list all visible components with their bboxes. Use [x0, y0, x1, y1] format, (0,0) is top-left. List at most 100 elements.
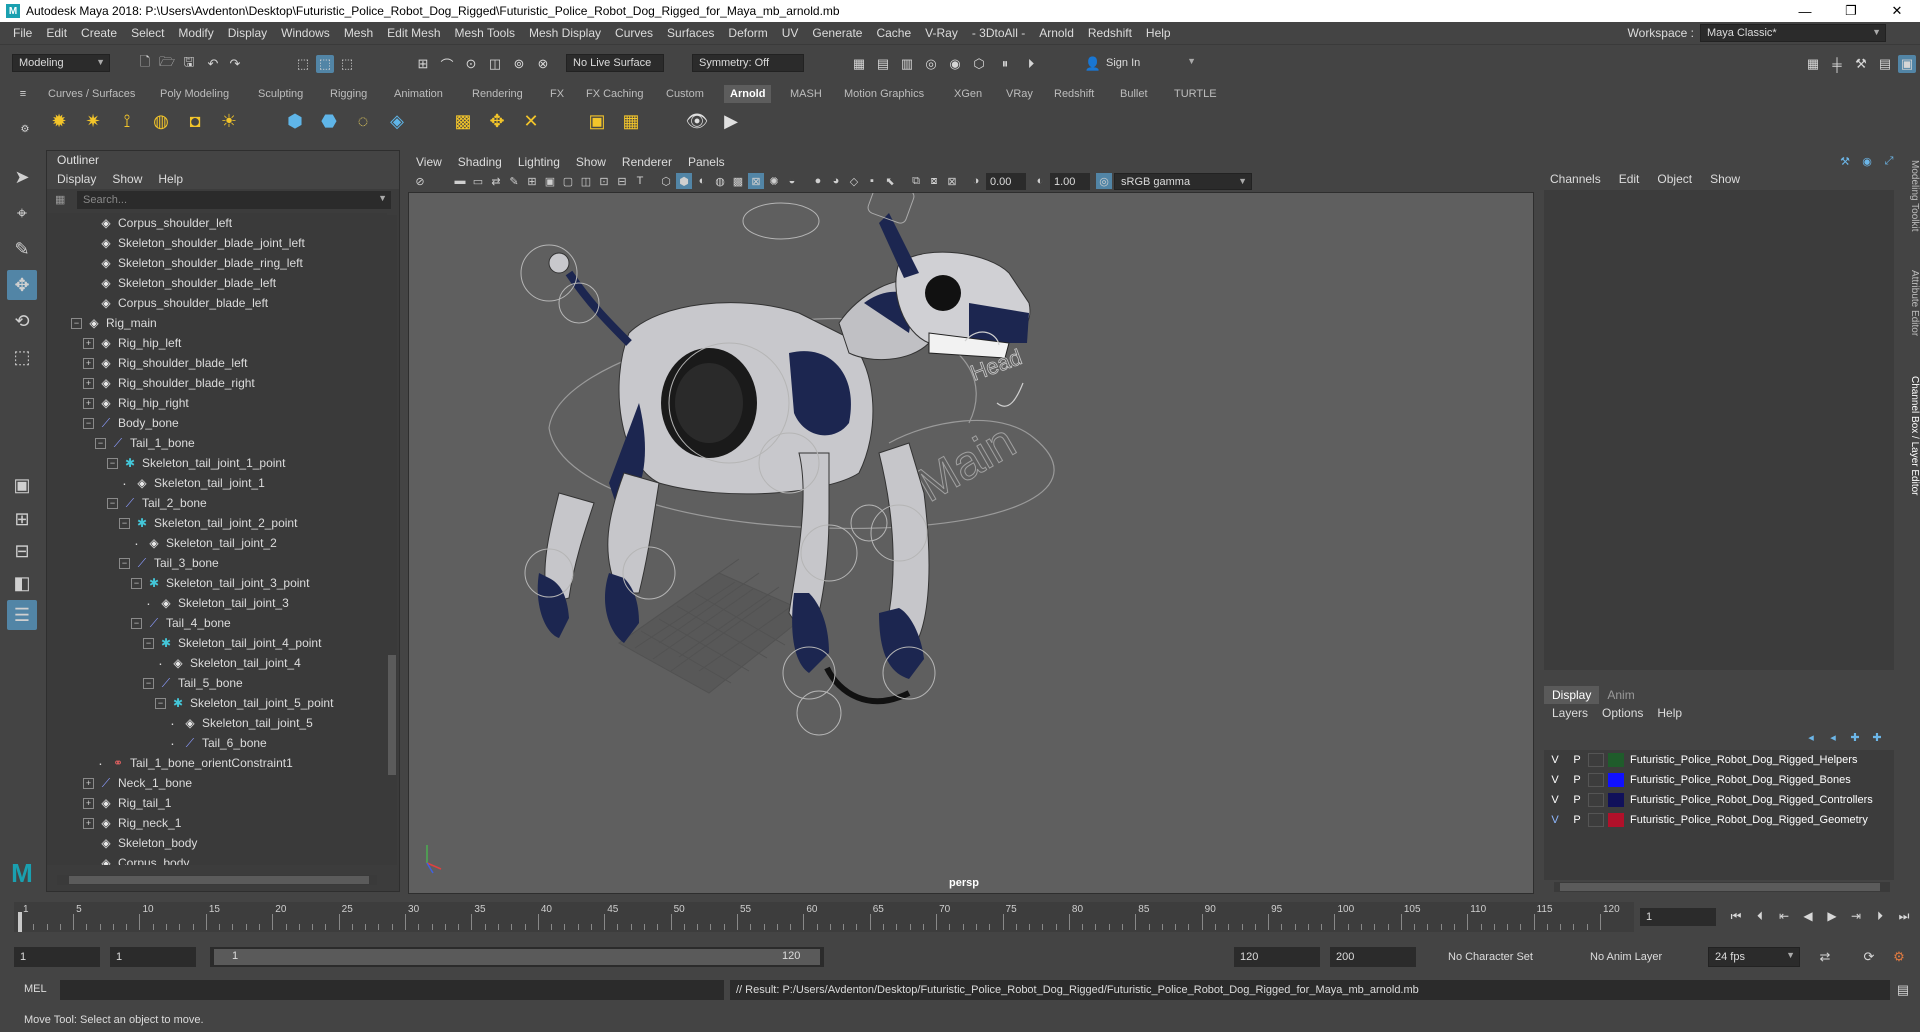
toggle-layer-editor-icon[interactable]: ▣ — [1898, 55, 1916, 73]
snap-live-icon[interactable]: ⊚ — [510, 55, 528, 73]
license-icon[interactable]: ▦ — [618, 108, 644, 134]
command-input[interactable] — [60, 980, 724, 1000]
redo-icon[interactable]: ↷ — [226, 55, 244, 73]
play-forwards-icon[interactable]: ▶ — [1822, 906, 1842, 926]
shadows-icon[interactable]: ◒ — [784, 173, 800, 189]
outliner-item[interactable]: − ✱ Skeleton_tail_joint_3_point — [47, 573, 387, 593]
render-settings-icon[interactable]: ▥ — [898, 55, 916, 73]
current-frame-field[interactable]: 1 — [1640, 908, 1716, 926]
layer-tab-display[interactable]: Display — [1544, 686, 1600, 704]
gamma-field[interactable]: 1.00 — [1050, 173, 1090, 190]
shelf-tab-curves-surfaces[interactable]: Curves / Surfaces — [42, 85, 141, 103]
collapse-icon[interactable]: − — [131, 617, 142, 629]
menu-display[interactable]: Display — [221, 26, 274, 40]
menu-3dtoall[interactable]: - 3DtoAll - — [965, 26, 1032, 40]
collapse-icon[interactable]: − — [143, 677, 154, 689]
menu-cache[interactable]: Cache — [869, 26, 918, 40]
2d-pan-zoom-icon[interactable]: ⇄ — [488, 173, 504, 189]
layer-row[interactable]: V P Futuristic_Police_Robot_Dog_Rigged_C… — [1544, 790, 1894, 810]
outliner-item[interactable]: + ◈ Rig_hip_left — [47, 333, 387, 353]
toggle-channel-box-icon[interactable]: ▤ — [1876, 55, 1894, 73]
volume-icon[interactable]: ◌ — [350, 108, 376, 134]
expand-icon[interactable]: + — [83, 817, 94, 829]
expand-icon[interactable]: + — [83, 777, 94, 789]
snap-view-plane-icon[interactable]: ◫ — [486, 55, 504, 73]
layer-playback-toggle[interactable]: P — [1566, 774, 1588, 786]
menu-curves[interactable]: Curves — [608, 26, 660, 40]
menu-mesh-tools[interactable]: Mesh Tools — [448, 26, 522, 40]
redshift-ipr-icon[interactable]: ⏸ — [996, 55, 1014, 73]
move-layer-down-icon[interactable]: ◂ — [1824, 728, 1842, 746]
viewport-menu-show[interactable]: Show — [576, 155, 606, 169]
shelf-tab-arnold[interactable]: Arnold — [724, 85, 772, 103]
new-layer-selected-icon[interactable]: ✚ — [1868, 728, 1886, 746]
photometric-light-icon[interactable]: ⟟ — [114, 108, 140, 134]
layer-color-swatch[interactable] — [1608, 773, 1624, 787]
collapse-icon[interactable]: − — [119, 557, 130, 569]
pin-icon[interactable]: ⚒ — [1836, 152, 1854, 170]
channel-menu-channels[interactable]: Channels — [1550, 172, 1601, 186]
layer-row[interactable]: V P Futuristic_Police_Robot_Dog_Rigged_G… — [1544, 810, 1894, 830]
layer-display-type[interactable] — [1588, 813, 1604, 827]
menu-mesh[interactable]: Mesh — [337, 26, 380, 40]
lasso-tool-icon[interactable]: ⌖ — [7, 198, 37, 228]
outliner-item[interactable]: ◈ Corpus_shoulder_left — [47, 213, 387, 233]
flush-lights-icon[interactable]: ✥ — [484, 108, 510, 134]
shelf-tab-fx-caching[interactable]: FX Caching — [580, 85, 649, 103]
outliner-item[interactable]: ◈ Skeleton_shoulder_blade_left — [47, 273, 387, 293]
grid-toggle-icon[interactable]: ⊞ — [524, 173, 540, 189]
save-scene-icon[interactable]: 🖫 — [180, 54, 198, 73]
grease-pencil-icon[interactable]: ✎ — [506, 173, 522, 189]
fps-dropdown[interactable]: 24 fps ▼ — [1708, 947, 1800, 967]
outliner-menu-show[interactable]: Show — [112, 172, 142, 186]
playback-start-field[interactable]: 1 — [110, 947, 196, 967]
new-scene-icon[interactable]: 🗋 — [136, 54, 154, 73]
anim-layer-dropdown[interactable]: No Anim Layer — [1584, 947, 1694, 967]
menu-modify[interactable]: Modify — [171, 26, 220, 40]
toggle-attribute-editor-icon[interactable]: ╪ — [1828, 55, 1846, 73]
scrollbar-thumb[interactable] — [1560, 883, 1880, 891]
open-scene-icon[interactable]: 🗁 — [158, 54, 176, 73]
viewport-menu-panels[interactable]: Panels — [688, 155, 725, 169]
viewport-menu-lighting[interactable]: Lighting — [518, 155, 560, 169]
outliner-item[interactable]: − ✱ Skeleton_tail_joint_4_point — [47, 633, 387, 653]
collapse-icon[interactable]: − — [155, 697, 166, 709]
outliner-item[interactable]: + ◈ Rig_neck_1 — [47, 813, 387, 833]
layer-menu-options[interactable]: Options — [1602, 706, 1643, 720]
resolution-gate-icon[interactable]: ▢ — [560, 173, 576, 189]
script-editor-icon[interactable]: ▤ — [1894, 981, 1912, 999]
menu-edit[interactable]: Edit — [39, 26, 74, 40]
outliner-item[interactable]: · ◈ Skeleton_tail_joint_1 — [47, 473, 387, 493]
skydome-light-icon[interactable]: ◍ — [148, 108, 174, 134]
ipr-render-icon[interactable]: ▤ — [874, 55, 892, 73]
move-layer-up-icon[interactable]: ◂ — [1802, 728, 1820, 746]
menuset-dropdown[interactable]: Modeling ▼ — [12, 54, 110, 72]
gamma-icon[interactable]: ◐ — [1032, 173, 1048, 189]
shelf-tab-turtle[interactable]: TURTLE — [1168, 85, 1223, 103]
outliner-item[interactable]: − ✱ Skeleton_tail_joint_2_point — [47, 513, 387, 533]
view-transform-dropdown[interactable]: sRGB gamma ▼ — [1114, 173, 1252, 190]
step-back-key-icon[interactable]: ⇤ — [1774, 906, 1794, 926]
menu-generate[interactable]: Generate — [805, 26, 869, 40]
layer-color-swatch[interactable] — [1608, 793, 1624, 807]
select-by-component-icon[interactable]: ⬚ — [338, 55, 356, 73]
channel-menu-show[interactable]: Show — [1710, 172, 1740, 186]
paint-select-tool-icon[interactable]: ✎ — [7, 234, 37, 264]
play-backwards-icon[interactable]: ◀ — [1798, 906, 1818, 926]
step-forward-key-icon[interactable]: ⇥ — [1846, 906, 1866, 926]
scrollbar-thumb[interactable] — [69, 876, 369, 884]
flush-all-icon[interactable]: ✕ — [518, 108, 544, 134]
snap-grid-icon[interactable]: ⊞ — [414, 55, 432, 73]
export-standin-icon[interactable]: ⬣ — [316, 108, 342, 134]
maximize-button[interactable]: ❐ — [1828, 0, 1874, 22]
channel-box-area[interactable] — [1544, 190, 1894, 670]
standin-icon[interactable]: ⬢ — [282, 108, 308, 134]
scene-start-field[interactable]: 1 — [14, 947, 100, 967]
xray-joints-icon[interactable]: ⧉ — [908, 173, 924, 189]
layer-color-swatch[interactable] — [1608, 753, 1624, 767]
menu-create[interactable]: Create — [74, 26, 124, 40]
menu-deform[interactable]: Deform — [721, 26, 774, 40]
mesh-light-icon[interactable]: ✷ — [80, 108, 106, 134]
workspace-dropdown[interactable]: Maya Classic* ▼ — [1700, 24, 1886, 42]
rotate-tool-icon[interactable]: ⟲ — [7, 306, 37, 336]
